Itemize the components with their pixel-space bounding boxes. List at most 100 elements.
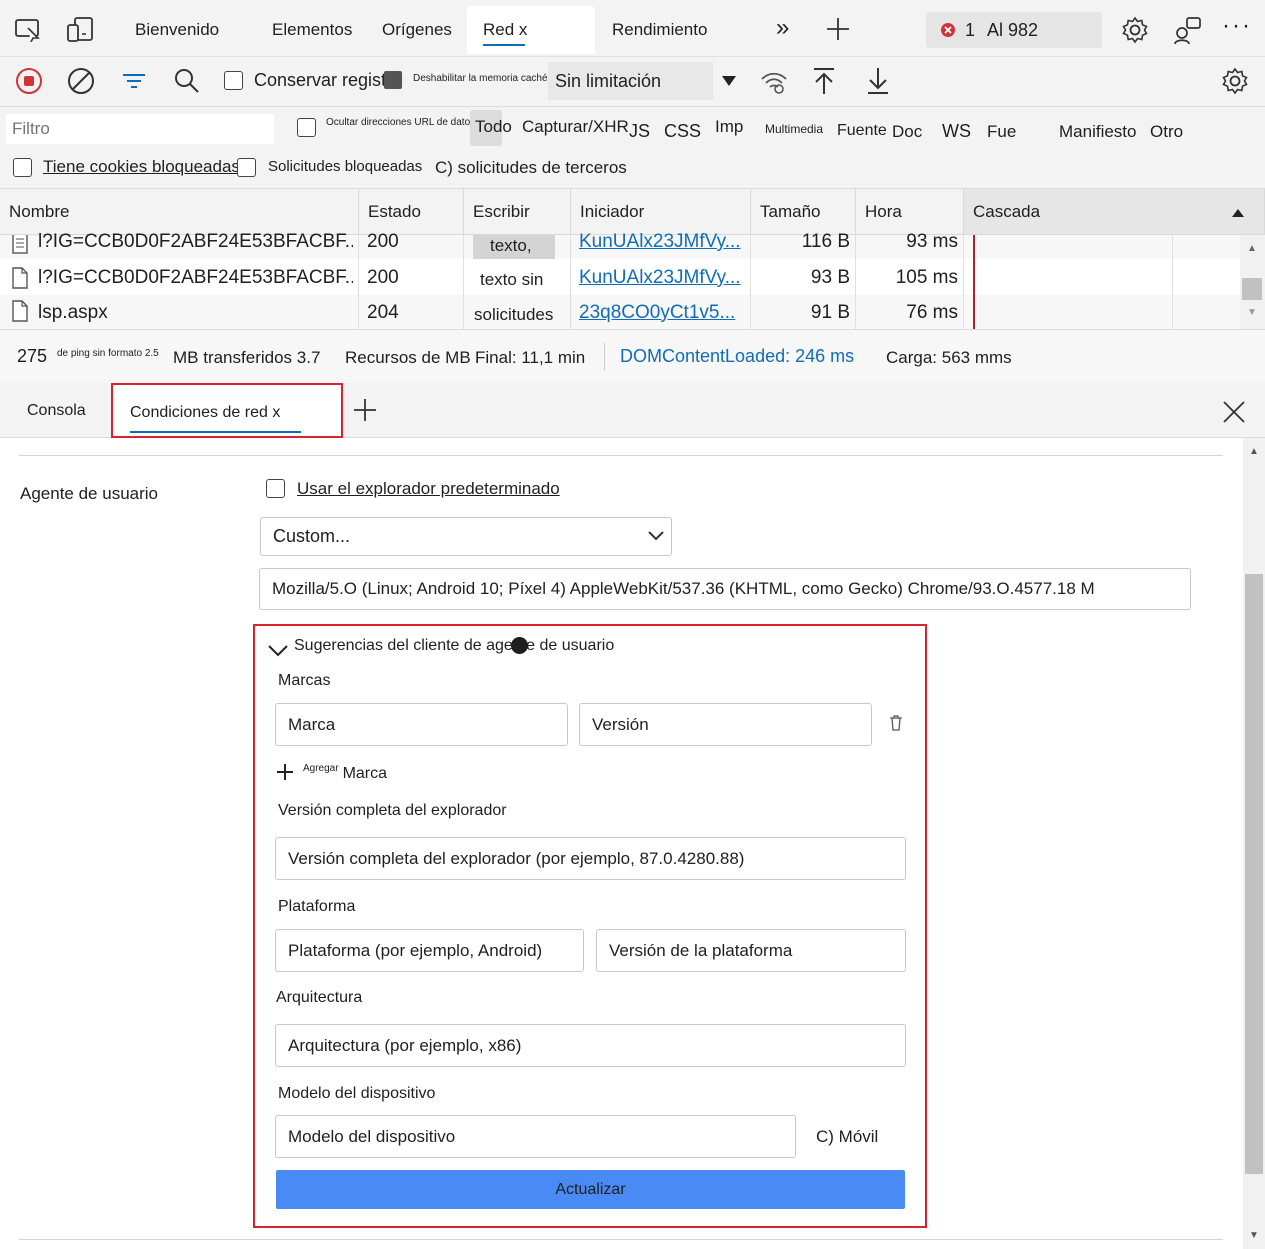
drawer-tab-console[interactable]: Consola [13, 383, 100, 438]
filter-doc[interactable]: Doc [892, 122, 922, 142]
panel-scrollbar[interactable]: ▲ ▼ [1243, 438, 1265, 1249]
export-har-icon[interactable] [865, 66, 891, 96]
settings-gear-icon[interactable] [1120, 15, 1150, 45]
filter-fetch-xhr[interactable]: Capturar/XHR [522, 117, 629, 137]
filter-wasm[interactable]: Fue [987, 122, 1016, 142]
section-divider [19, 455, 1223, 456]
preserve-log-checkbox[interactable] [224, 71, 243, 90]
table-row[interactable]: l?IG=CCB0D0F2ABF24E53BFACBF... 200 texto… [0, 260, 1240, 295]
tab-sources-label: Orígenes [382, 20, 452, 39]
platform-version-input[interactable]: Versión de la plataforma [596, 929, 906, 972]
user-agent-select[interactable]: Custom... [260, 517, 672, 556]
preserve-log-label: Conservar registro [254, 70, 403, 90]
info-icon[interactable] [511, 637, 528, 654]
row-type: texto sin [480, 269, 544, 289]
table-scrollbar[interactable]: ▲ ▼ [1240, 235, 1265, 329]
column-header-size[interactable]: Tamaño [751, 189, 856, 235]
brand-input[interactable]: Marca [275, 703, 568, 746]
scrollbar-thumb[interactable] [1242, 278, 1262, 300]
blocked-cookies-label: Tiene cookies bloqueadas [43, 157, 240, 176]
table-row[interactable]: l?IG=CCB0D0F2ABF24E53BFACBF... 200 texto… [0, 231, 1240, 259]
platform-input[interactable]: Plataforma (por ejemplo, Android) [275, 929, 584, 972]
tab-elements[interactable]: Elementos [256, 6, 368, 54]
delete-trash-icon[interactable] [889, 715, 903, 731]
column-header-name[interactable]: Nombre [0, 189, 359, 235]
column-header-initiator[interactable]: Iniciador [571, 189, 751, 235]
feedback-icon[interactable] [1172, 15, 1202, 45]
filter-js[interactable]: JS [629, 121, 650, 142]
tab-network[interactable]: Red x [467, 6, 595, 54]
mobile-checkbox-label[interactable]: C) Móvil [816, 1127, 878, 1147]
resources-label: Recursos de MB [345, 348, 471, 367]
issues-counter[interactable]: 1 Al 982 [926, 12, 1102, 48]
row-initiator-link[interactable]: KunUAlx23JMfVy... [579, 231, 744, 255]
filter-css[interactable]: CSS [664, 121, 701, 142]
clear-icon[interactable] [67, 67, 95, 95]
add-drawer-tab-icon[interactable] [352, 397, 378, 423]
row-size: 93 B [810, 266, 850, 288]
column-header-status[interactable]: Estado [359, 189, 464, 235]
full-version-input[interactable]: Versión completa del explorador (por eje… [275, 837, 906, 880]
throttling-select[interactable]: Sin limitación [548, 62, 713, 100]
filter-other[interactable]: Otro [1150, 122, 1183, 142]
add-brand-button[interactable]: Agregar Marca [276, 760, 387, 784]
search-icon[interactable] [174, 68, 200, 94]
add-brand-label: Marca [342, 765, 388, 782]
close-drawer-icon[interactable] [1222, 400, 1246, 424]
throttling-value: Sin limitación [555, 70, 662, 91]
more-options-icon[interactable]: ··· [1222, 12, 1252, 40]
device-emulation-icon[interactable] [66, 16, 96, 44]
blocked-cookies-checkbox[interactable] [13, 158, 32, 177]
network-settings-gear-icon[interactable] [1220, 66, 1250, 96]
table-row[interactable]: lsp.aspx 204 solicitudes 23q8CO0yCt1v5..… [0, 295, 1240, 329]
scroll-up-icon[interactable]: ▲ [1247, 243, 1257, 254]
drawer-tab-network-conditions[interactable]: Condiciones de red x [111, 383, 343, 438]
more-tabs-icon[interactable]: » [776, 14, 789, 42]
tab-welcome[interactable]: Bienvenido [119, 6, 235, 54]
scroll-up-icon[interactable]: ▲ [1249, 446, 1259, 457]
record-stop-icon[interactable] [15, 67, 43, 95]
update-button[interactable]: Actualizar [276, 1170, 905, 1209]
filter-input[interactable] [6, 114, 274, 144]
row-size: 91 B [810, 301, 850, 323]
architecture-input[interactable]: Arquitectura (por ejemplo, x86) [275, 1024, 906, 1067]
row-name: l?IG=CCB0D0F2ABF24E53BFACBF... [38, 266, 353, 288]
blocked-requests-label: Solicitudes bloqueadas [268, 158, 423, 175]
tab-performance[interactable]: Rendimiento [596, 6, 723, 54]
inspect-element-icon[interactable] [14, 18, 42, 42]
filter-all[interactable]: Todo [475, 117, 512, 137]
blocked-requests-checkbox[interactable] [237, 158, 256, 177]
scrollbar-thumb[interactable] [1245, 574, 1263, 1174]
column-header-waterfall[interactable]: Cascada [964, 189, 1265, 235]
import-har-icon[interactable] [811, 66, 837, 96]
filter-manifest[interactable]: Manifiesto [1059, 122, 1136, 142]
tab-elements-label: Elementos [272, 20, 353, 39]
third-party-requests-label[interactable]: C) solicitudes de terceros [435, 158, 627, 178]
add-tab-icon[interactable] [825, 16, 851, 42]
filter-img[interactable]: Imp [715, 117, 743, 137]
use-default-browser-checkbox[interactable] [266, 479, 285, 498]
device-model-input[interactable]: Modelo del dispositivo [275, 1115, 796, 1158]
brand-version-input[interactable]: Versión [579, 703, 872, 746]
error-icon [940, 22, 956, 38]
filter-font[interactable]: Fuente [837, 122, 887, 140]
column-header-time[interactable]: Hora [856, 189, 964, 235]
brands-label: Marcas [278, 672, 331, 689]
ping-label: de ping sin formato 2.5 [57, 348, 159, 359]
scroll-down-icon[interactable]: ▼ [1249, 1230, 1259, 1241]
disable-cache-checkbox[interactable] [384, 71, 402, 89]
device-model-placeholder: Modelo del dispositivo [288, 1126, 456, 1146]
user-agent-string-input[interactable]: Mozilla/5.O (Linux; Android 10; Píxel 4)… [259, 568, 1191, 610]
chevron-down-icon[interactable] [721, 75, 737, 87]
tab-sources[interactable]: Orígenes [366, 6, 468, 54]
chevron-expand-icon[interactable] [267, 644, 289, 658]
row-initiator-link[interactable]: 23q8CO0yCt1v5... [579, 295, 744, 330]
filter-icon[interactable] [120, 69, 148, 93]
scroll-down-icon[interactable]: ▼ [1247, 307, 1257, 318]
filter-media[interactable]: Multimedia [765, 122, 823, 136]
row-initiator-link[interactable]: KunUAlx23JMfVy... [579, 260, 744, 295]
hide-data-urls-checkbox[interactable] [297, 118, 316, 137]
filter-ws[interactable]: WS [942, 121, 971, 142]
column-header-type[interactable]: Escribir [464, 189, 571, 235]
network-conditions-wifi-icon[interactable] [760, 69, 788, 95]
